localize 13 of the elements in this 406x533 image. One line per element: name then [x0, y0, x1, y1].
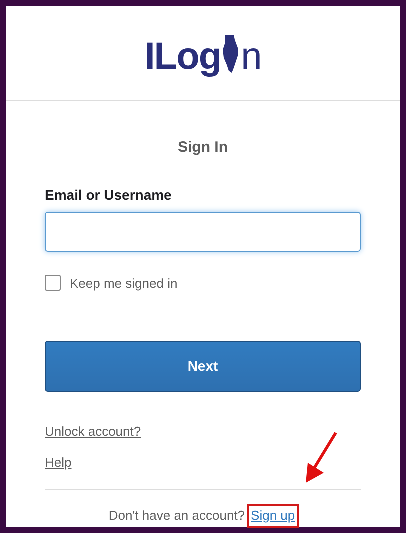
state-map-icon [222, 34, 240, 74]
email-field[interactable] [45, 212, 361, 252]
form-title: Sign In [177, 138, 229, 158]
signup-link[interactable]: Sign up [249, 506, 298, 526]
help-link[interactable]: Unlock account? [45, 422, 142, 442]
signup-prompt: Don't have an account? [108, 507, 246, 525]
pointer-arrow [304, 431, 340, 485]
logo: ILog n [144, 34, 262, 76]
next-button[interactable]: Next [45, 341, 361, 392]
email-label: Email or Username [45, 186, 173, 204]
remember-label: Keep me signed in [70, 274, 178, 293]
remember-checkbox[interactable] [45, 275, 61, 292]
help-link[interactable]: Help [45, 452, 72, 472]
